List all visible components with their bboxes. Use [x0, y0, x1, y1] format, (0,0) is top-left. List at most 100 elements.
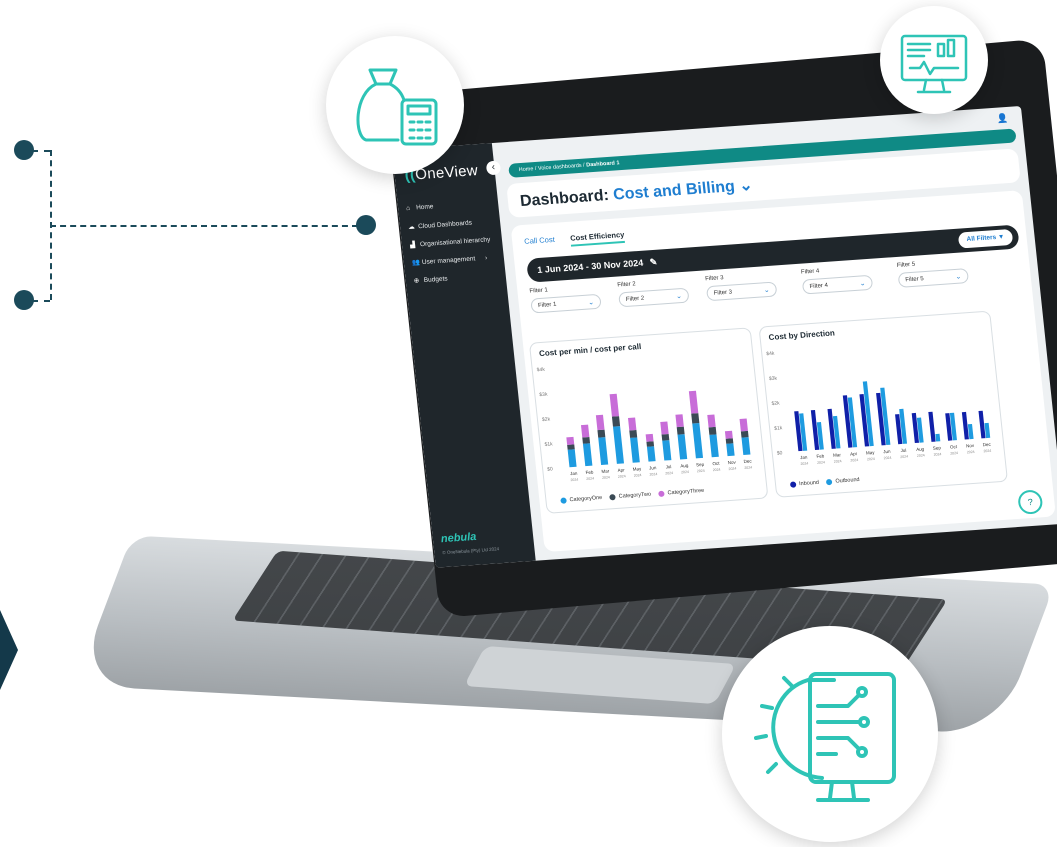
- feature-circle-technology: [722, 626, 938, 842]
- x-tick-sublabel: 2024: [602, 475, 610, 480]
- bar: [911, 412, 920, 444]
- chevron-down-icon: ⌄: [587, 299, 595, 307]
- date-range-label: 1 Jun 2024 - 30 Nov 2024: [536, 257, 644, 276]
- bar: [660, 421, 669, 435]
- sidebar-item-budgets[interactable]: ⊕ Budgets: [413, 274, 448, 284]
- chevron-down-icon: ⌄: [955, 273, 962, 281]
- x-tick-label: Feb: [585, 470, 594, 476]
- bar: [961, 411, 969, 440]
- main-area: 👤 Home / Voice dashboards / Dashboard 1 …: [492, 106, 1057, 561]
- x-tick-label: May: [866, 450, 876, 456]
- bar: [740, 430, 749, 438]
- x-tick-label: May: [632, 466, 642, 472]
- chevron-down-icon: ⌄: [763, 286, 771, 295]
- sidebar-item-user-management[interactable]: 👥User management ›: [411, 254, 488, 267]
- y-tick-label: $4k: [766, 351, 775, 358]
- bar: [688, 390, 699, 414]
- x-tick-label: Jun: [649, 465, 657, 471]
- chevron-down-icon[interactable]: ⌄: [738, 177, 753, 195]
- filter-2-label: Filter 2: [617, 281, 637, 289]
- x-tick-label: Jul: [900, 448, 906, 453]
- x-tick-label: Sep: [696, 462, 705, 468]
- x-tick-label: Oct: [950, 444, 958, 450]
- sidebar-item-organisational-hierarchy[interactable]: ▟ Organisational hierarchy: [410, 235, 491, 249]
- chart-title: Cost by Direction: [768, 328, 836, 343]
- x-tick-sublabel: 2024: [570, 478, 578, 483]
- x-tick-label: Jul: [665, 464, 671, 469]
- bar: [928, 411, 936, 442]
- bar: [675, 414, 684, 428]
- sidebar-item-home[interactable]: ⌂ Home: [406, 203, 434, 212]
- x-tick-sublabel: 2024: [933, 452, 941, 457]
- bar: [567, 444, 575, 450]
- x-tick-label: Feb: [816, 453, 825, 459]
- filter-2-select[interactable]: Filter 2 ⌄: [618, 287, 690, 308]
- bar: [598, 437, 609, 465]
- home-icon: ⌂: [405, 204, 411, 213]
- x-tick-sublabel: 2024: [967, 450, 975, 455]
- bar: [582, 436, 591, 444]
- x-tick-label: Jan: [800, 455, 808, 461]
- tab-cost-efficiency[interactable]: Cost Efficiency: [569, 229, 626, 247]
- bar: [595, 414, 605, 431]
- chat-help-icon[interactable]: ?: [1017, 489, 1044, 515]
- chart-card-cost-per-min: Cost per min / cost per call $0 $1k $2k $3k…: [528, 327, 769, 514]
- tab-call-cost[interactable]: Call Cost: [524, 235, 555, 246]
- gear-circuit-monitor-icon: [754, 672, 896, 802]
- bar: [646, 441, 655, 447]
- x-tick-sublabel: 2024: [950, 451, 958, 456]
- bar: [725, 438, 734, 444]
- x-tick-sublabel: 2024: [800, 462, 808, 467]
- filter-4-select[interactable]: Filter 4 ⌄: [801, 274, 874, 295]
- x-tick-sublabel: 2024: [586, 477, 594, 482]
- breadcrumb-path[interactable]: Home / Voice dashboards /: [518, 162, 586, 174]
- connector-dot-end: [356, 215, 376, 235]
- bar: [567, 449, 577, 468]
- bar: [691, 413, 700, 424]
- bar: [609, 393, 620, 417]
- x-tick-label: Mar: [833, 452, 842, 458]
- x-tick-label: Dec: [743, 458, 752, 464]
- all-filters-button[interactable]: All Filters ▼: [957, 228, 1014, 249]
- laptop-screen: ((OneView ‹ ⌂ Home ☁ Cloud Dashboards ▟ Org…: [392, 106, 1057, 568]
- x-tick-sublabel: 2024: [728, 467, 736, 472]
- bar: [739, 418, 748, 432]
- x-tick-label: Sep: [933, 445, 942, 451]
- breadcrumb-current: Dashboard 1: [585, 160, 620, 169]
- x-tick-label: Aug: [680, 463, 689, 469]
- bar: [582, 443, 593, 467]
- x-tick-label: Apr: [617, 467, 625, 472]
- chart-cost-per-min: $0$1k$2k$3k$4kJan2024Feb2024Mar2024Apr20…: [537, 367, 753, 483]
- bar: [662, 440, 672, 461]
- x-tick-sublabel: 2024: [665, 471, 673, 476]
- decorative-wedge: [0, 610, 18, 690]
- y-tick-label: $0: [547, 466, 553, 472]
- budget-icon: ⊕: [413, 277, 420, 285]
- filter-1-label: Filter 1: [529, 287, 549, 295]
- x-tick-sublabel: 2024: [817, 460, 825, 465]
- pencil-icon[interactable]: ✎: [649, 257, 658, 267]
- sidebar-item-cloud-dashboards[interactable]: ☁ Cloud Dashboards: [408, 219, 472, 231]
- brand-logo: nebula: [440, 530, 477, 546]
- monitor-analytics-icon: [900, 34, 968, 94]
- legend-swatch: [789, 480, 797, 488]
- x-tick-sublabel: 2024: [713, 468, 721, 473]
- x-tick-sublabel: 2024: [649, 472, 657, 477]
- legend-swatch: [826, 478, 833, 485]
- bar: [580, 424, 590, 438]
- user-icon[interactable]: 👤: [996, 113, 1008, 125]
- bar: [677, 434, 688, 460]
- filter-3-select[interactable]: Filter 3 ⌄: [705, 281, 778, 302]
- bar: [676, 426, 685, 435]
- x-tick-label: Nov: [728, 460, 737, 466]
- bar: [709, 434, 719, 458]
- page-title: Dashboard: Cost and Billing ⌄: [519, 176, 754, 211]
- filter-5-select[interactable]: Filter 5 ⌄: [897, 268, 970, 288]
- bar: [627, 417, 637, 431]
- x-tick-label: Jun: [883, 449, 891, 455]
- bar: [661, 433, 670, 441]
- y-tick-label: $0: [777, 450, 783, 456]
- bar: [597, 429, 606, 438]
- filter-1-select[interactable]: Filter 1 ⌄: [530, 293, 602, 314]
- dashboard-selector[interactable]: Cost and Billing: [612, 178, 735, 203]
